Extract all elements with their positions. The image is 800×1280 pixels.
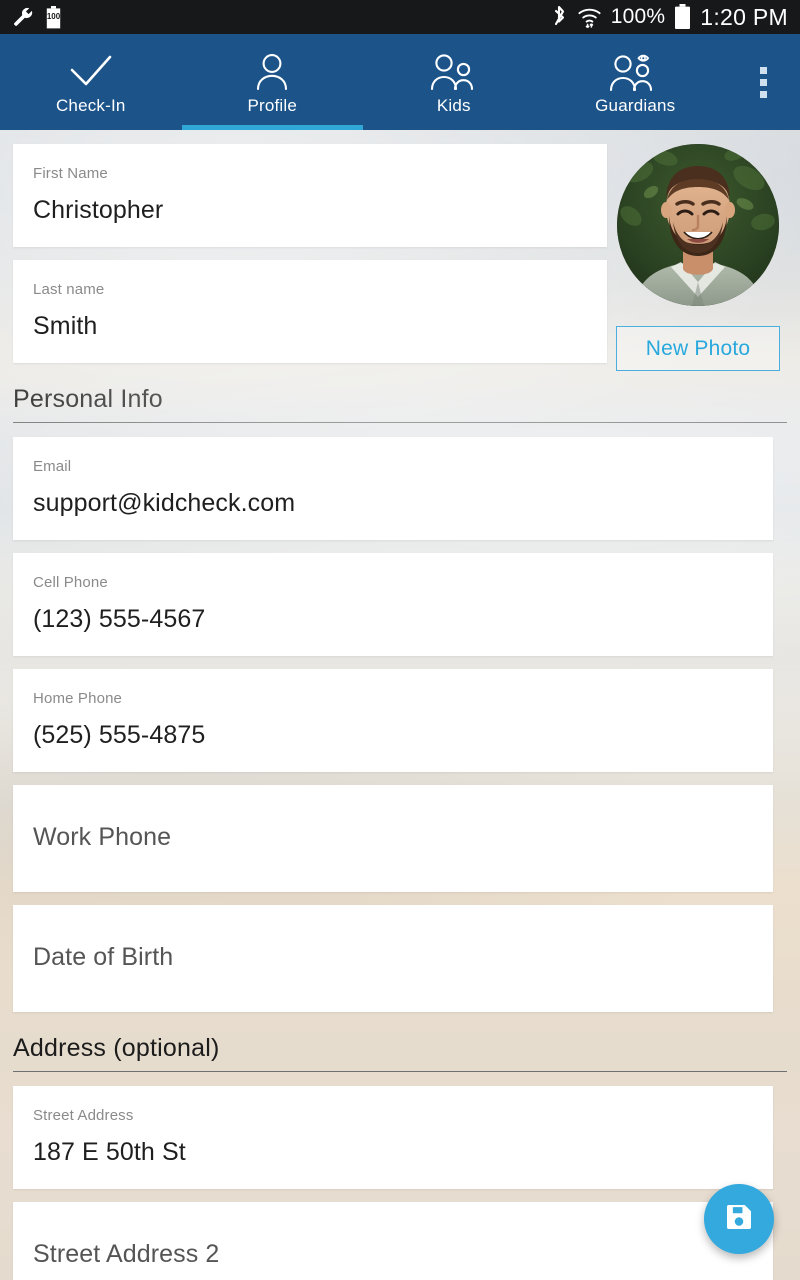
field-value: support@kidcheck.com bbox=[33, 489, 296, 517]
field-label: Last name bbox=[33, 281, 105, 298]
field-placeholder: Date of Birth bbox=[33, 943, 174, 971]
section-heading-address: Address (optional) bbox=[13, 1034, 787, 1072]
street-address-field[interactable]: Street Address 187 E 50th St bbox=[13, 1086, 773, 1189]
field-label: Email bbox=[33, 458, 72, 475]
field-value: (123) 555-4567 bbox=[33, 605, 206, 633]
field-label: Cell Phone bbox=[33, 574, 108, 591]
field-value: Christopher bbox=[33, 196, 164, 224]
home-phone-field[interactable]: Home Phone (525) 555-4875 bbox=[13, 669, 773, 772]
field-placeholder: Work Phone bbox=[33, 823, 172, 851]
tab-guardians[interactable]: Guardians bbox=[545, 34, 727, 130]
tab-label: Profile bbox=[247, 95, 298, 115]
tab-bar: Check-In Profile Kids Guardians bbox=[0, 34, 800, 130]
field-placeholder: Street Address 2 bbox=[33, 1240, 220, 1268]
field-value: Smith bbox=[33, 312, 98, 340]
section-heading-personal-info: Personal Info bbox=[13, 385, 787, 423]
work-phone-field[interactable]: Work Phone bbox=[13, 785, 773, 892]
more-vertical-icon-dot bbox=[759, 78, 767, 86]
overflow-menu-button[interactable] bbox=[726, 34, 800, 130]
battery-percent-text: 100% bbox=[610, 5, 666, 28]
date-of-birth-field[interactable]: Date of Birth bbox=[13, 905, 773, 1012]
battery-full-icon bbox=[674, 4, 691, 30]
photo-column: New Photo bbox=[616, 144, 780, 371]
battery-icon: 100 bbox=[46, 5, 61, 29]
tab-label: Check-In bbox=[55, 95, 126, 115]
email-field[interactable]: Email support@kidcheck.com bbox=[13, 437, 773, 540]
status-bar-left: 100 bbox=[12, 5, 61, 29]
street-address-2-field[interactable]: Street Address 2 bbox=[13, 1202, 773, 1280]
bluetooth-icon bbox=[551, 5, 568, 30]
last-name-field[interactable]: Last name Smith bbox=[13, 260, 607, 363]
name-and-photo-row: First Name Christopher Last name Smith N… bbox=[0, 130, 800, 371]
adult-child-icon bbox=[429, 53, 479, 91]
cell-phone-field[interactable]: Cell Phone (123) 555-4567 bbox=[13, 553, 773, 656]
checkmark-icon bbox=[67, 53, 115, 91]
more-vertical-icon-dot bbox=[759, 66, 767, 74]
more-vertical-icon-dot bbox=[759, 90, 767, 98]
field-value: 187 E 50th St bbox=[33, 1138, 186, 1166]
status-bar-right: 100% 1:20 PM bbox=[551, 4, 788, 31]
status-bar: 100 100% 1:20 PM bbox=[0, 0, 800, 34]
person-icon bbox=[252, 53, 292, 91]
tab-label: Guardians bbox=[595, 95, 676, 115]
guardian-watch-icon bbox=[608, 53, 662, 91]
personal-info-fields: Email support@kidcheck.com Cell Phone (1… bbox=[0, 437, 800, 1012]
field-label: Home Phone bbox=[33, 690, 123, 707]
profile-scroll-area[interactable]: First Name Christopher Last name Smith N… bbox=[0, 130, 800, 1280]
save-button[interactable] bbox=[704, 1184, 774, 1254]
first-name-field[interactable]: First Name Christopher bbox=[13, 144, 607, 247]
new-photo-button[interactable]: New Photo bbox=[616, 326, 780, 371]
battery-level-text: 100 bbox=[46, 11, 61, 21]
new-photo-label: New Photo bbox=[645, 336, 751, 360]
wifi-icon bbox=[577, 5, 602, 30]
field-value: (525) 555-4875 bbox=[33, 721, 206, 749]
save-icon bbox=[723, 1201, 755, 1238]
tab-label: Kids bbox=[436, 95, 471, 115]
tab-profile[interactable]: Profile bbox=[181, 34, 364, 130]
tab-check-in[interactable]: Check-In bbox=[0, 34, 182, 130]
app-root: 100 100% 1:20 PM Check-In Profile Kids G… bbox=[0, 0, 800, 1280]
field-label: First Name bbox=[33, 165, 108, 182]
clock-text: 1:20 PM bbox=[700, 3, 788, 30]
wrench-icon bbox=[12, 6, 34, 28]
address-fields: Street Address 187 E 50th St Street Addr… bbox=[0, 1086, 800, 1280]
field-label: Street Address bbox=[33, 1107, 134, 1124]
profile-photo[interactable] bbox=[617, 144, 779, 306]
tab-kids[interactable]: Kids bbox=[363, 34, 545, 130]
